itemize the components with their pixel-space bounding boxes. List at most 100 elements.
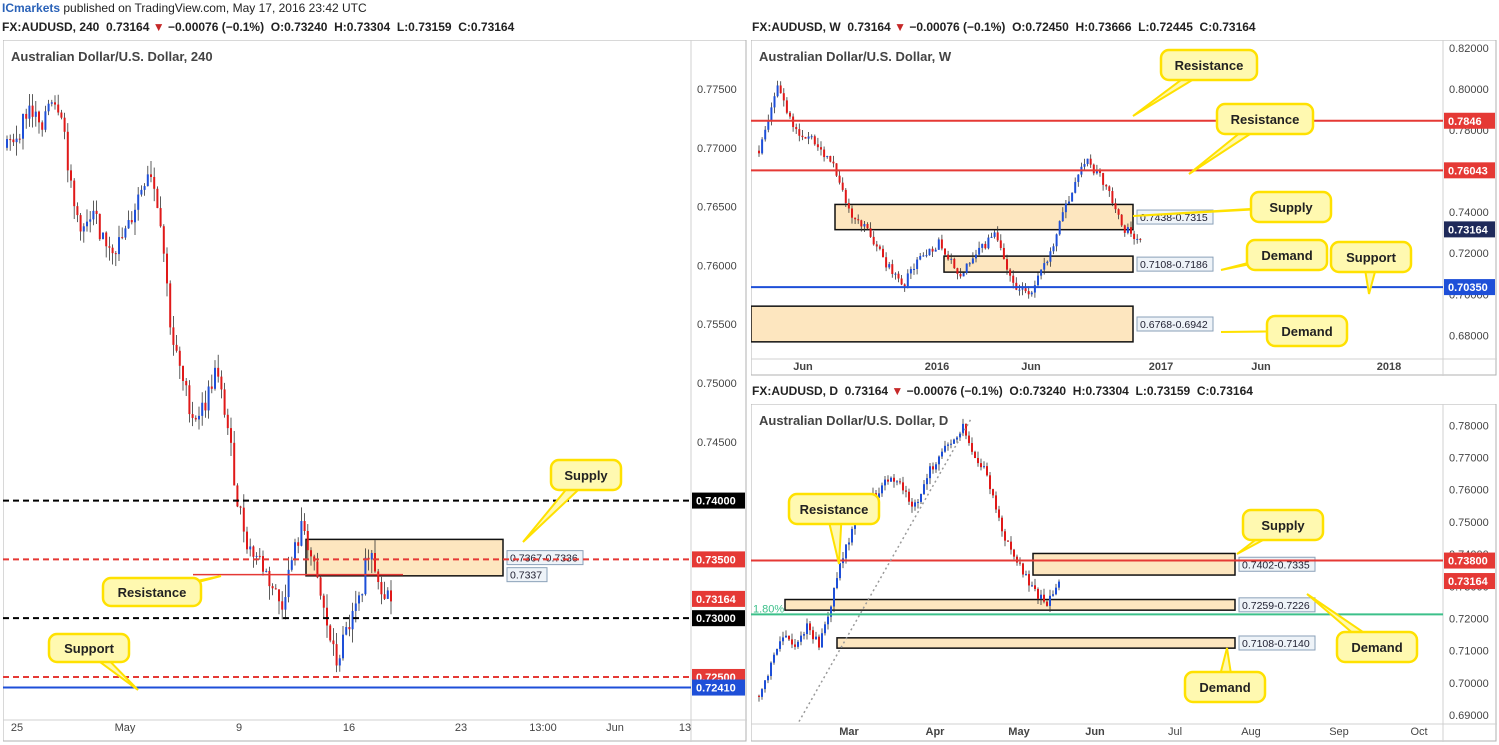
candle-body xyxy=(1108,186,1111,192)
candle-body xyxy=(826,155,829,158)
candle-body xyxy=(1019,562,1021,564)
candle-body xyxy=(12,139,15,143)
price-tick-label: 0.82000 xyxy=(1449,43,1489,55)
callout-label: Support xyxy=(64,641,114,656)
down-arrow-icon: ▼ xyxy=(152,20,165,34)
candle-body xyxy=(108,246,111,248)
candle-body xyxy=(34,111,37,117)
callout-label: Supply xyxy=(1261,518,1305,533)
candle-body xyxy=(137,194,140,210)
time-tick-label: 13:00 xyxy=(529,722,557,734)
candle-body xyxy=(319,577,322,596)
candle-body xyxy=(923,484,925,494)
candle-body xyxy=(1114,203,1117,210)
candle-body xyxy=(92,210,95,220)
candle-body xyxy=(1052,246,1055,252)
candle-body xyxy=(162,226,165,254)
candle-body xyxy=(789,112,791,117)
close-value: C:0.73164 xyxy=(1199,20,1256,34)
candle-body xyxy=(255,555,258,557)
chart-weekly[interactable]: Australian Dollar/U.S. Dollar, W 0.82000 0… xyxy=(751,40,1497,376)
last-price: 0.73164 xyxy=(106,20,150,34)
candle-body xyxy=(758,695,760,697)
candle-body xyxy=(1130,227,1132,234)
candle-body xyxy=(993,232,996,237)
candle-body xyxy=(875,244,878,247)
candle-body xyxy=(345,627,348,635)
candle-body xyxy=(838,175,841,183)
candle-body xyxy=(959,273,962,277)
price-tick-label: 0.76000 xyxy=(697,260,737,272)
candle-body xyxy=(41,122,44,130)
candle-body xyxy=(962,423,964,434)
price-level-tag-label: 0.73500 xyxy=(696,554,736,566)
time-tick-label: 9 xyxy=(236,722,242,734)
chart-daily[interactable]: Australian Dollar/U.S. Dollar, D 0.78000 0… xyxy=(751,404,1497,742)
candle-body xyxy=(809,623,811,631)
candle-body xyxy=(773,96,776,108)
candle-body xyxy=(917,501,919,503)
candle-body xyxy=(9,139,12,141)
candle-body xyxy=(885,257,888,268)
candle-body xyxy=(284,597,287,610)
close-value: C:0.73164 xyxy=(458,20,515,34)
candle-body xyxy=(25,113,28,119)
candle-body xyxy=(996,232,999,241)
candle-body xyxy=(191,414,194,418)
chart-title: Australian Dollar/U.S. Dollar, D xyxy=(759,413,948,428)
candle-body xyxy=(938,456,940,465)
candle-body xyxy=(764,680,766,690)
candle-body xyxy=(1117,209,1120,215)
candle-body xyxy=(370,552,373,560)
candle-body xyxy=(897,273,900,279)
price-level-tag-label: 0.72410 xyxy=(696,683,736,695)
candle-body xyxy=(1074,181,1077,193)
candle-body xyxy=(348,627,351,630)
candle-body xyxy=(1071,192,1074,202)
callout-label: Supply xyxy=(564,468,608,483)
candle-body xyxy=(1055,587,1057,595)
candle-body xyxy=(953,258,956,269)
candle-body xyxy=(836,578,838,589)
candle-body xyxy=(265,570,268,572)
candle-body xyxy=(1049,251,1052,262)
price-level-tag-label: 0.73164 xyxy=(696,594,737,606)
candle-body xyxy=(823,149,826,158)
candle-body xyxy=(335,644,338,666)
candle-body xyxy=(807,136,810,139)
candle-body xyxy=(947,254,950,260)
line-label: 0.7337 xyxy=(510,570,542,582)
candle-body xyxy=(770,107,773,121)
candle-body xyxy=(1061,212,1064,222)
callout-label: Resistance xyxy=(1175,58,1244,73)
price-level-tag-label: 0.76043 xyxy=(1448,165,1488,177)
candle-body xyxy=(866,224,869,229)
callout-label: Resistance xyxy=(118,585,187,600)
price-level-tag-label: 0.74000 xyxy=(696,496,736,508)
candle-body xyxy=(214,367,216,389)
callout-label: Support xyxy=(1346,250,1396,265)
candle-body xyxy=(188,385,191,415)
candle-body xyxy=(926,478,928,485)
candle-body xyxy=(1009,269,1012,276)
candle-body xyxy=(801,135,804,138)
chart-240[interactable]: Australian Dollar/U.S. Dollar, 240 0.7750… xyxy=(3,40,747,742)
candle-body xyxy=(201,402,204,416)
candle-body xyxy=(169,283,172,328)
candle-body xyxy=(79,215,82,232)
candle-body xyxy=(1133,233,1136,239)
candle-body xyxy=(338,658,341,666)
time-tick-label: 2017 xyxy=(1149,361,1173,373)
candle-body xyxy=(66,131,69,171)
candle-body xyxy=(812,630,814,640)
candle-body xyxy=(1046,601,1048,606)
candle-body xyxy=(226,414,229,429)
candle-body xyxy=(890,477,892,482)
candle-body xyxy=(98,213,101,240)
candle-body xyxy=(928,248,931,256)
price-tick-label: 0.72000 xyxy=(1449,248,1489,260)
candle-body xyxy=(810,136,813,138)
candle-body xyxy=(956,268,959,274)
candle-body xyxy=(374,552,376,572)
brand-name[interactable]: ICmarkets xyxy=(2,1,60,15)
